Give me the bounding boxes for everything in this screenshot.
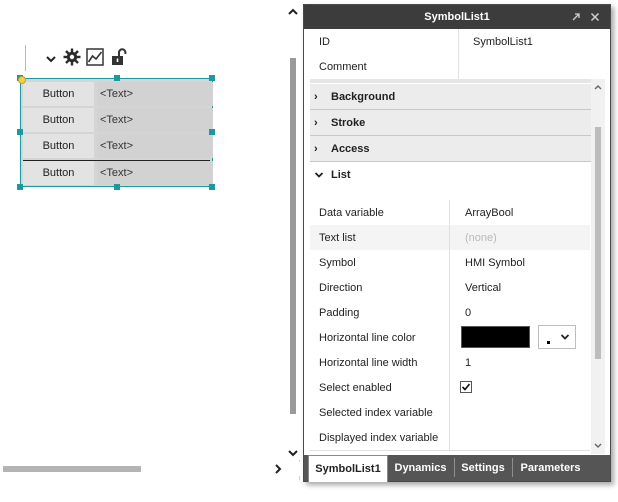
property-row-padding: Padding 0: [310, 300, 590, 326]
property-row-direction: Direction Vertical: [310, 275, 590, 301]
widget-row-text: <Text>: [97, 161, 213, 185]
chevron-down-icon: [560, 334, 570, 340]
property-row-data-variable: Data variable ArrayBool: [310, 200, 590, 226]
resize-handle[interactable]: [114, 75, 120, 81]
widget-row-text: <Text>: [97, 82, 213, 106]
gear-icon[interactable]: [63, 48, 81, 66]
toolbar-separator: [25, 45, 26, 71]
property-row-selected-index-variable: Selected index variable: [310, 400, 590, 426]
resize-handle[interactable]: [17, 129, 23, 135]
chevron-down-icon[interactable]: [42, 50, 60, 68]
property-row-select-enabled: Select enabled: [310, 375, 590, 401]
widget-row-button[interactable]: Button: [23, 108, 94, 132]
pin-icon[interactable]: [570, 10, 582, 24]
group-label: Stroke: [331, 116, 366, 129]
property-row-comment: Comment: [310, 54, 605, 80]
horizontal-line-color-swatch[interactable]: [461, 326, 530, 348]
property-value-id[interactable]: SymbolList1: [458, 29, 605, 54]
anchor-point-icon[interactable]: [18, 76, 26, 84]
chevron-right-icon: ›: [314, 90, 318, 103]
widget-row[interactable]: Button <Text>: [23, 108, 213, 133]
property-label: Select enabled: [319, 381, 392, 394]
panel-title: SymbolList1: [304, 5, 610, 29]
trend-chart-icon[interactable]: [86, 48, 104, 66]
property-label: Horizontal line width: [319, 356, 418, 369]
group-access[interactable]: › Access: [310, 136, 591, 162]
group-background[interactable]: › Background: [310, 84, 591, 110]
property-row-text-list: Text list (none): [310, 225, 590, 251]
group-list[interactable]: List: [310, 162, 591, 187]
group-label: List: [331, 168, 351, 181]
canvas-horizontal-scroll-thumb[interactable]: [3, 466, 141, 472]
unlocked-padlock-icon[interactable]: [110, 48, 128, 66]
resize-handle[interactable]: [209, 184, 215, 190]
widget-row[interactable]: Button <Text>: [23, 160, 213, 186]
property-value-comment[interactable]: [458, 54, 605, 79]
resize-handle[interactable]: [209, 129, 215, 135]
close-icon[interactable]: [589, 10, 601, 24]
property-row-symbol: Symbol HMI Symbol: [310, 250, 590, 276]
scroll-down-arrow-icon[interactable]: [287, 447, 299, 459]
tab-settings[interactable]: Settings: [455, 455, 511, 481]
resize-handle[interactable]: [17, 184, 23, 190]
resize-handle[interactable]: [114, 184, 120, 190]
tab-symbollist1[interactable]: SymbolList1: [308, 455, 388, 482]
property-row-id: ID SymbolList1: [310, 29, 605, 55]
group-label: Background: [331, 90, 396, 103]
property-value[interactable]: [449, 400, 590, 425]
group-label: Access: [331, 142, 370, 155]
widget-row-text: <Text>: [97, 108, 213, 132]
color-dropdown-button[interactable]: [538, 325, 576, 349]
property-label: Padding: [319, 306, 360, 319]
chevron-right-icon: ›: [314, 116, 318, 129]
property-value[interactable]: ArrayBool: [449, 200, 590, 225]
widget-row-button[interactable]: Button: [23, 161, 94, 185]
property-value[interactable]: 0: [449, 300, 590, 325]
symbol-list-widget[interactable]: Button <Text> Button <Text> Button <Text…: [20, 78, 213, 187]
property-label: Direction: [319, 281, 363, 294]
property-label: ID: [319, 35, 330, 48]
property-value[interactable]: [449, 425, 590, 450]
property-label: Comment: [319, 60, 367, 73]
scroll-right-arrow-icon[interactable]: [272, 463, 284, 475]
checkmark-icon: [461, 383, 471, 391]
resize-handle[interactable]: [209, 75, 215, 81]
chevron-down-icon: [314, 162, 324, 187]
scroll-up-arrow-icon[interactable]: [287, 6, 299, 18]
property-label: Data variable: [319, 206, 384, 219]
widget-row-button[interactable]: Button: [23, 82, 94, 106]
property-value[interactable]: 1: [449, 350, 590, 375]
property-label: Selected index variable: [319, 406, 433, 419]
tab-dynamics[interactable]: Dynamics: [388, 455, 453, 481]
widget-row[interactable]: Button <Text>: [23, 134, 213, 159]
property-value[interactable]: HMI Symbol: [449, 250, 590, 275]
design-canvas[interactable]: [0, 0, 300, 480]
widget-row-button[interactable]: Button: [23, 134, 94, 158]
chevron-right-icon: ›: [314, 142, 318, 155]
property-label: Horizontal line color: [319, 331, 416, 344]
scroll-up-arrow-icon[interactable]: [592, 81, 604, 93]
widget-row[interactable]: Button <Text>: [23, 82, 213, 107]
panel-vertical-scroll-thumb[interactable]: [595, 127, 601, 359]
property-value[interactable]: Vertical: [449, 275, 590, 300]
color-dropdown-dot: [547, 341, 550, 344]
tab-parameters[interactable]: Parameters: [513, 455, 588, 481]
property-label: Symbol: [319, 256, 356, 269]
widget-row-text: <Text>: [97, 134, 213, 158]
property-label: Text list: [319, 231, 356, 244]
select-enabled-checkbox[interactable]: [460, 381, 472, 393]
property-value[interactable]: (none): [449, 225, 590, 250]
canvas-vertical-scroll-thumb[interactable]: [290, 58, 296, 414]
property-row-horizontal-line-width: Horizontal line width 1: [310, 350, 590, 376]
section-divider: [310, 79, 605, 83]
property-row-displayed-index-variable: Displayed index variable: [310, 425, 590, 451]
group-stroke[interactable]: › Stroke: [310, 110, 591, 136]
property-label: Displayed index variable: [319, 431, 439, 444]
scroll-down-arrow-icon[interactable]: [592, 440, 604, 452]
